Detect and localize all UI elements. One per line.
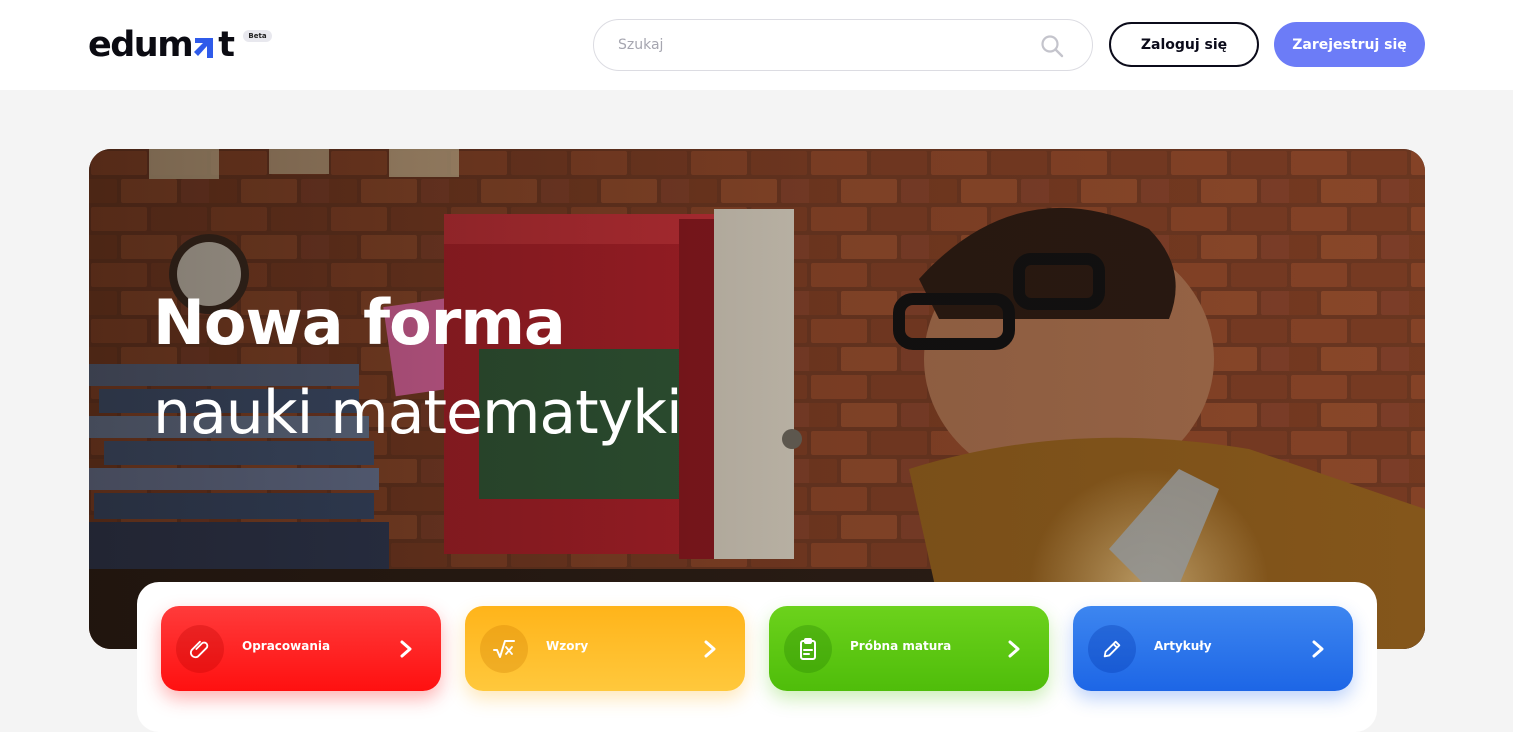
clipboard-icon (800, 638, 816, 660)
register-button[interactable]: Zarejestruj się (1274, 22, 1425, 67)
search-input[interactable] (618, 32, 1018, 58)
category-label: Opracowania (242, 639, 331, 653)
clipboard-icon-wrap (784, 625, 832, 673)
logo[interactable]: edum t Beta (88, 22, 272, 68)
square-root-icon-wrap (480, 625, 528, 673)
paperclip-icon-wrap (176, 625, 224, 673)
paperclip-icon (189, 640, 209, 659)
pencil-icon-wrap (1088, 625, 1136, 673)
category-label: Artykuły (1154, 639, 1212, 653)
hero-banner: Nowa forma nauki matematyki (89, 149, 1425, 649)
square-root-icon (493, 640, 515, 658)
chevron-right-icon (400, 640, 412, 658)
category-label: Wzory (546, 639, 589, 653)
chevron-right-icon (1008, 640, 1020, 658)
hero-title-light: nauki matematyki (153, 378, 683, 448)
pencil-icon (1103, 640, 1121, 658)
logo-text: edum t (88, 22, 235, 68)
top-navbar: edum t Beta Zaloguj się Zarejestruj się (0, 0, 1513, 90)
category-card-opracowania[interactable]: Opracowania (161, 606, 441, 691)
search-icon[interactable] (1040, 34, 1064, 58)
chevron-right-icon (1312, 640, 1324, 658)
category-card-artykuly[interactable]: Artykuły (1073, 606, 1353, 691)
logo-arrow-mark (194, 38, 214, 58)
category-card-wzory[interactable]: Wzory (465, 606, 745, 691)
beta-badge: Beta (243, 30, 272, 42)
category-card-probna-matura[interactable]: Próbna matura (769, 606, 1049, 691)
chevron-right-icon (704, 640, 716, 658)
login-button[interactable]: Zaloguj się (1109, 22, 1259, 67)
hero-title-bold: Nowa forma (153, 286, 566, 359)
logo-text-start: edum (88, 25, 194, 65)
category-label: Próbna matura (850, 639, 952, 653)
logo-text-end: t (218, 25, 235, 65)
search-box (593, 19, 1093, 71)
